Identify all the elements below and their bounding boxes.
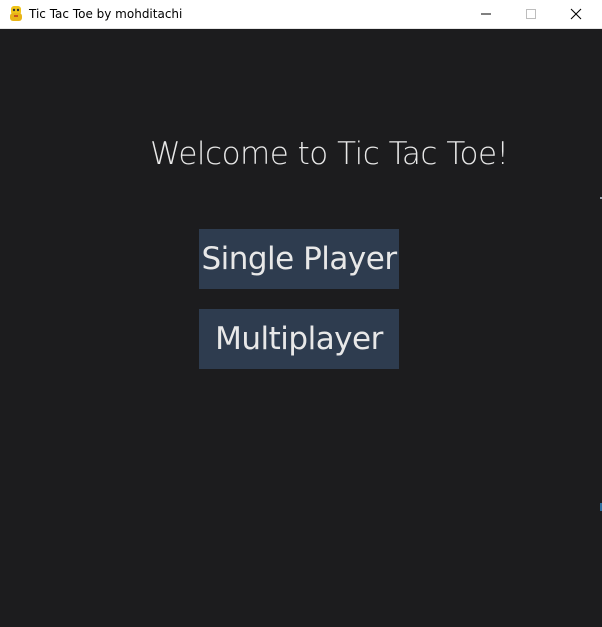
maximize-button[interactable]	[508, 0, 554, 29]
welcome-heading: Welcome to Tic Tac Toe!	[150, 136, 509, 172]
python-snake-icon	[7, 5, 25, 23]
maximize-icon	[525, 5, 537, 24]
window-title: Tic Tac Toe by mohditachi	[29, 7, 183, 21]
multiplayer-button[interactable]: Multiplayer	[199, 309, 399, 369]
close-button[interactable]	[553, 0, 599, 29]
minimize-button[interactable]	[463, 0, 509, 29]
game-menu: Welcome to Tic Tac Toe! Single Player Mu…	[0, 29, 602, 627]
title-bar[interactable]: Tic Tac Toe by mohditachi	[0, 0, 602, 29]
app-window: Tic Tac Toe by mohditachi Welcome to Tic…	[0, 0, 602, 627]
close-icon	[570, 5, 582, 24]
minimize-icon	[480, 5, 492, 24]
single-player-button[interactable]: Single Player	[199, 229, 399, 289]
